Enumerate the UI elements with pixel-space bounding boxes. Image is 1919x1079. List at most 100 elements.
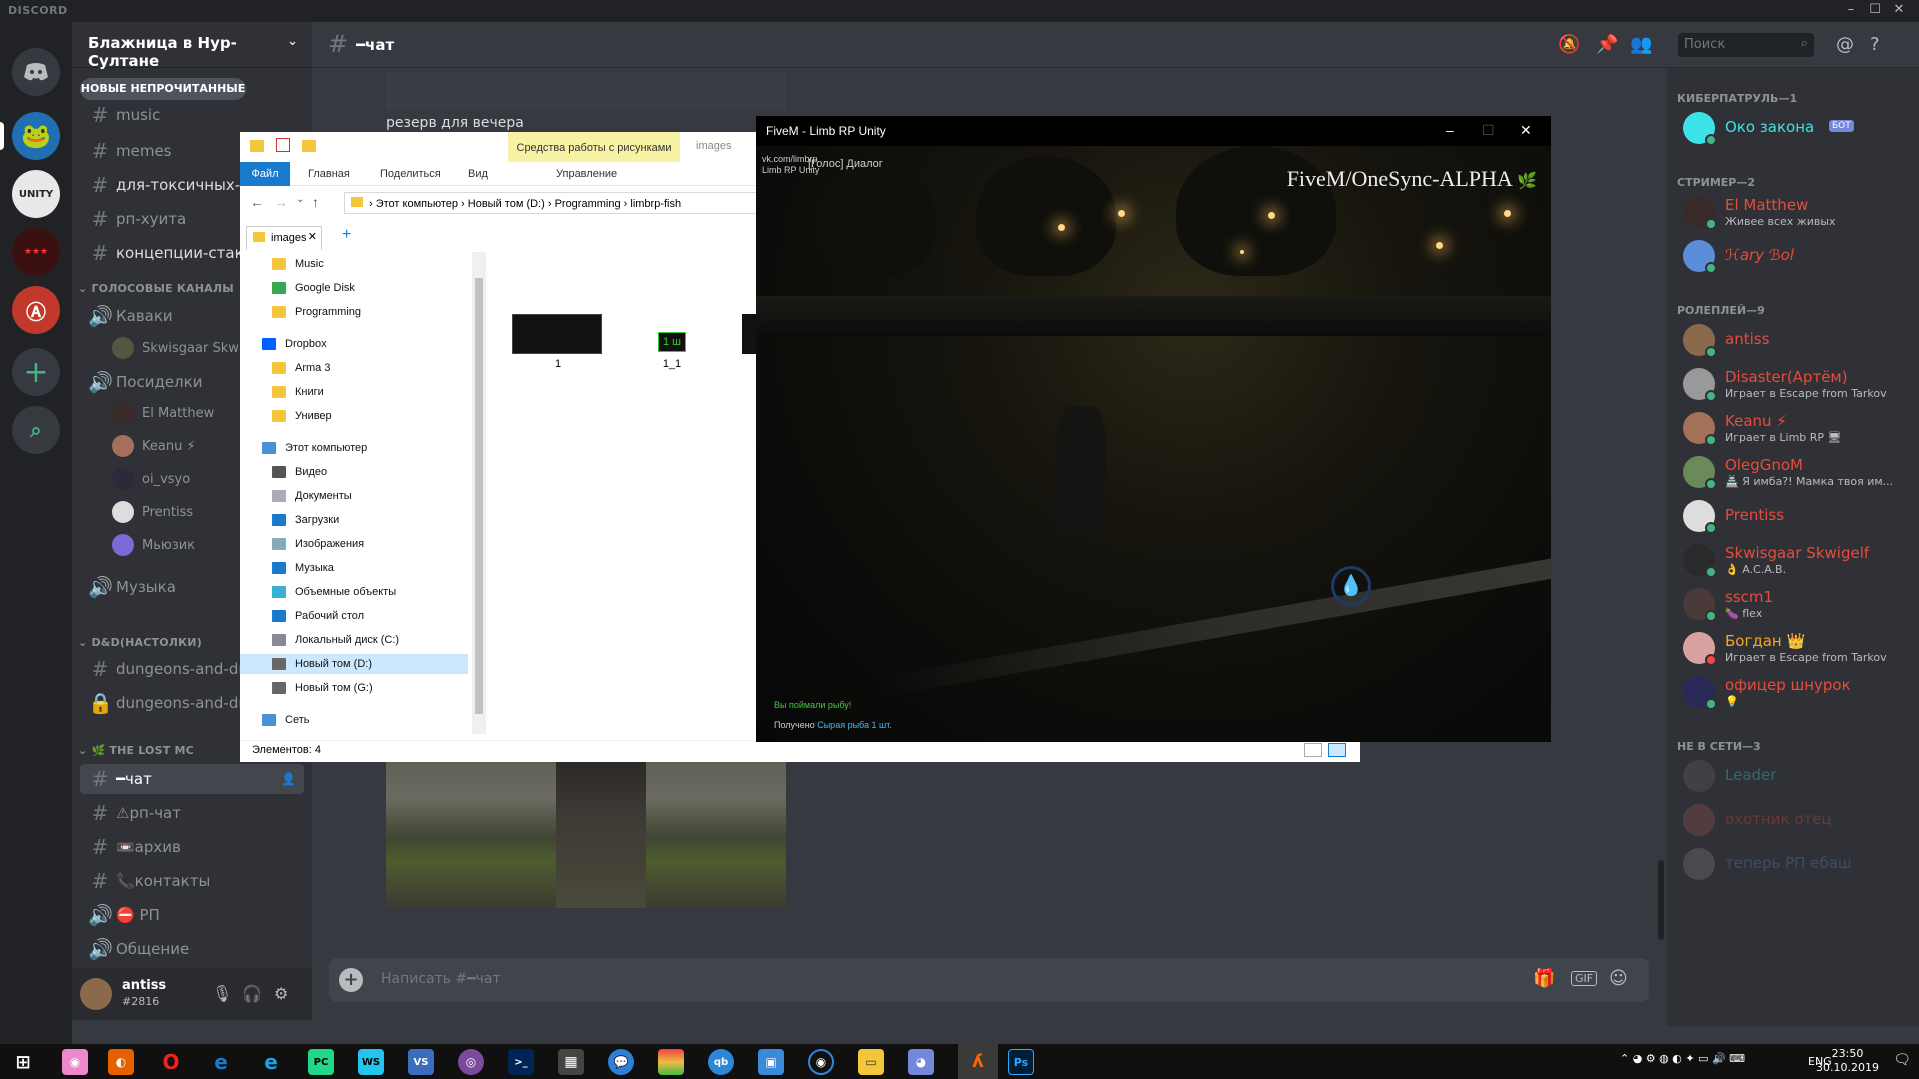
game-viewport[interactable]: vk.com/limbrp Limb RP Unity [Голос] Диал… — [756, 146, 1551, 742]
headphones-icon[interactable]: 🎧 — [242, 984, 262, 1003]
nav-scrollbar[interactable] — [472, 252, 486, 734]
member-item[interactable]: OlegGnoM 🏯 Я имба?! Мамка твоя им... — [1675, 450, 1911, 494]
nav-item[interactable]: Arma 3 — [272, 358, 330, 378]
member-item[interactable]: Prentiss — [1675, 494, 1911, 538]
nav-item[interactable]: Этот компьютер — [262, 438, 367, 458]
minimize-button[interactable]: – — [1842, 2, 1860, 17]
tab-view[interactable]: Вид — [468, 168, 488, 180]
close-tab-icon[interactable]: ✕ — [308, 230, 317, 243]
member-item[interactable]: ℋary ℬol — [1675, 234, 1911, 278]
members-icon[interactable]: 👥 — [1630, 34, 1652, 55]
back-arrow-icon[interactable]: ← — [250, 194, 264, 210]
minimize-button[interactable]: – — [1446, 122, 1454, 138]
chrome-icon[interactable]: ◉ — [62, 1049, 88, 1075]
member-item-offline[interactable]: охотник отец — [1675, 798, 1911, 842]
tray-icons[interactable]: ⌃ ◕ ⚙ ◍ ◐ ✦ ▭ 🔊 ⌨ — [1620, 1052, 1745, 1065]
voice-user[interactable]: oi_vsyo — [112, 466, 190, 492]
tab-home[interactable]: Главная — [308, 168, 350, 180]
category-voice[interactable]: ⌄ ГОЛОСОВЫЕ КАНАЛЫ — [78, 282, 234, 295]
start-button[interactable]: ⊞ — [10, 1049, 36, 1075]
nav-item[interactable]: Загрузки — [272, 510, 339, 530]
recent-chevron-icon[interactable]: ⌄ — [296, 194, 304, 205]
mention-icon[interactable]: @ — [1836, 34, 1854, 55]
tab-manage[interactable]: Управление — [556, 168, 617, 180]
ie-icon[interactable]: e — [258, 1049, 284, 1075]
chat-app-icon[interactable]: 💬 — [608, 1049, 634, 1075]
list-view-icon[interactable] — [1304, 743, 1322, 757]
search-input[interactable]: Поиск ⌕ — [1678, 33, 1814, 57]
member-item-offline[interactable]: теперь РП ебаш — [1675, 842, 1911, 886]
emoji-icon[interactable]: ☺ — [1609, 968, 1628, 989]
photoshop-icon[interactable]: Ps — [1008, 1049, 1034, 1075]
home-button[interactable] — [12, 48, 60, 96]
close-button[interactable]: ✕ — [1520, 122, 1532, 139]
voice-user[interactable]: El Matthew — [112, 400, 214, 426]
gift-icon[interactable]: 🎁 — [1533, 968, 1555, 989]
explore-servers-icon[interactable]: ⌕ — [12, 406, 60, 454]
nav-item[interactable]: Новый том (G:) — [272, 678, 373, 698]
notification-icon[interactable]: 🗨 — [1893, 1052, 1911, 1068]
member-item[interactable]: Богдан 👑 Играет в Escape from Tarkov — [1675, 626, 1911, 670]
tab-file[interactable]: Файл — [240, 162, 290, 186]
discord-icon[interactable]: ◕ — [908, 1049, 934, 1075]
channel-contacts[interactable]: # 📞контакты — [80, 866, 304, 896]
webstorm-icon[interactable]: WS — [358, 1049, 384, 1075]
nav-item[interactable]: Объемные объекты — [272, 582, 396, 602]
game-screenshot-image[interactable] — [386, 752, 786, 908]
nav-item[interactable]: Music — [272, 254, 324, 274]
member-item[interactable]: El Matthew Живее всех живых — [1675, 190, 1911, 234]
member-item[interactable]: antiss — [1675, 318, 1911, 362]
firefox-icon[interactable]: ◐ — [108, 1049, 134, 1075]
vs-icon[interactable]: VS — [408, 1049, 434, 1075]
details-view-icon[interactable] — [1328, 743, 1346, 757]
gear-icon[interactable]: ⚙ — [274, 984, 288, 1003]
nav-item[interactable]: Музыка — [272, 558, 334, 578]
clock[interactable]: 23:50 30.10.2019 — [1816, 1047, 1879, 1075]
explorer-icon[interactable]: ▭ — [858, 1049, 884, 1075]
server-pepe[interactable]: 🐸 — [12, 112, 60, 160]
maximize-button[interactable]: ☐ — [1866, 2, 1884, 17]
edge-icon[interactable]: e — [208, 1049, 234, 1075]
channel-rp-chat[interactable]: # ⚠рп-чат — [80, 798, 304, 828]
invite-icon[interactable]: 👤 — [281, 772, 296, 786]
gif-button[interactable]: GIF — [1571, 971, 1598, 986]
close-button[interactable]: ✕ — [1890, 2, 1908, 17]
voice-channel-rp[interactable]: 🔊 ⛔ РП — [80, 900, 304, 930]
nav-item[interactable]: Локальный диск (C:) — [272, 630, 399, 650]
server-red[interactable]: ★★★ — [12, 228, 60, 276]
chat-scrollbar[interactable] — [1658, 860, 1664, 940]
server-anarchy[interactable]: Ⓐ — [12, 286, 60, 334]
new-unread-banner[interactable]: НОВЫЕ НЕПРОЧИТАННЫЕ — [80, 78, 246, 100]
file-thumbnail[interactable]: 1 ш — [658, 332, 686, 352]
nav-item[interactable]: Dropbox — [262, 334, 327, 354]
calculator-icon[interactable]: ▦ — [558, 1049, 584, 1075]
server-unity[interactable]: UNITY — [12, 170, 60, 218]
avatar[interactable] — [80, 978, 112, 1010]
maximize-button[interactable]: ☐ — [1482, 122, 1495, 139]
properties-icon[interactable] — [276, 138, 290, 152]
nav-item[interactable]: Документы — [272, 486, 352, 506]
color-app-icon[interactable] — [658, 1049, 684, 1075]
opera-icon[interactable]: O — [158, 1049, 184, 1075]
member-item[interactable]: Око закона БОТ — [1675, 106, 1911, 150]
nav-item-selected[interactable]: Новый том (D:) — [240, 654, 468, 674]
voice-user[interactable]: Prentiss — [112, 499, 193, 525]
nav-item[interactable]: Изображения — [272, 534, 364, 554]
nav-item[interactable]: Google Disk — [272, 278, 355, 298]
member-item[interactable]: офицер шнурок 💡 — [1675, 670, 1911, 714]
voice-user[interactable]: Skwisgaar Skwig — [112, 335, 252, 361]
add-tab-icon[interactable]: + — [342, 226, 351, 244]
nav-item[interactable]: Видео — [272, 462, 327, 482]
voice-user[interactable]: Keanu ⚡ — [112, 433, 196, 459]
member-item[interactable]: Disaster(Артём) Играет в Escape from Tark… — [1675, 362, 1911, 406]
nav-item[interactable]: Programming — [272, 302, 361, 322]
scroll-thumb[interactable] — [475, 278, 483, 714]
pin-icon[interactable]: 📌 — [1596, 34, 1618, 55]
category-lostmc[interactable]: ⌄ 🌿 THE LOST MC — [78, 744, 194, 757]
member-item[interactable]: Skwisgaar Skwigelf 👌 A.C.A.B. — [1675, 538, 1911, 582]
nav-item[interactable]: Книги — [272, 382, 324, 402]
channel-archive[interactable]: # 📼архив — [80, 832, 304, 862]
previous-image[interactable] — [386, 72, 786, 110]
voice-channel-general[interactable]: 🔊 Общение — [80, 934, 304, 964]
nav-item[interactable]: Сеть — [262, 710, 309, 730]
